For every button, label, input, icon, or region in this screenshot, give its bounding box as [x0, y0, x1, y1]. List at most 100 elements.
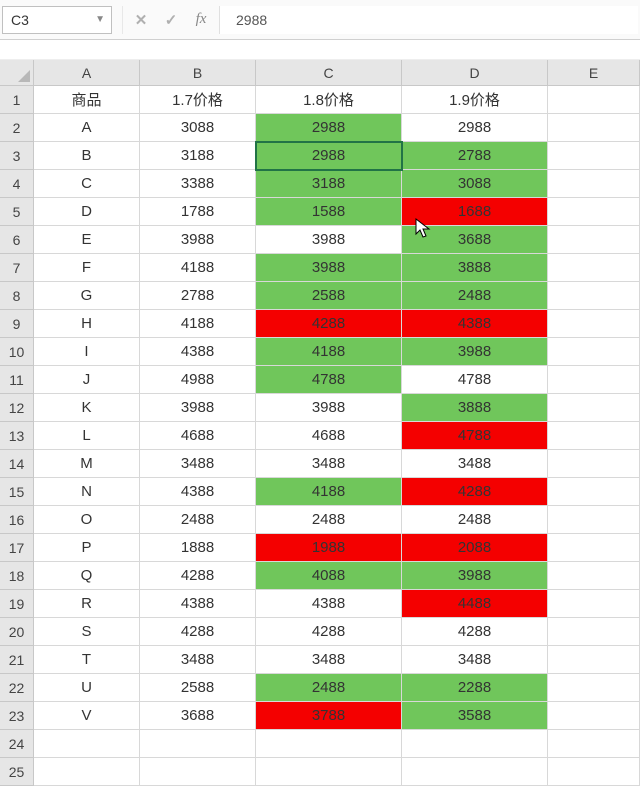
cell-D13[interactable]: 4788 [402, 422, 548, 450]
cell-C14[interactable]: 3488 [256, 450, 402, 478]
cell-E25[interactable] [548, 758, 640, 786]
row-header-1[interactable]: 1 [0, 86, 34, 114]
cell-A15[interactable]: N [34, 478, 140, 506]
row-header-3[interactable]: 3 [0, 142, 34, 170]
cell-C20[interactable]: 4288 [256, 618, 402, 646]
row-header-15[interactable]: 15 [0, 478, 34, 506]
cell-B14[interactable]: 3488 [140, 450, 256, 478]
cell-C5[interactable]: 1588 [256, 198, 402, 226]
col-header-A[interactable]: A [34, 60, 140, 86]
cell-E3[interactable] [548, 142, 640, 170]
cell-A24[interactable] [34, 730, 140, 758]
cell-D10[interactable]: 3988 [402, 338, 548, 366]
cell-E23[interactable] [548, 702, 640, 730]
cell-D15[interactable]: 4288 [402, 478, 548, 506]
cell-B24[interactable] [140, 730, 256, 758]
fx-icon[interactable]: fx [193, 12, 209, 28]
cell-C17[interactable]: 1988 [256, 534, 402, 562]
cell-D16[interactable]: 2488 [402, 506, 548, 534]
cell-B17[interactable]: 1888 [140, 534, 256, 562]
cell-B21[interactable]: 3488 [140, 646, 256, 674]
cell-D20[interactable]: 4288 [402, 618, 548, 646]
cell-E20[interactable] [548, 618, 640, 646]
cell-B8[interactable]: 2788 [140, 282, 256, 310]
cell-E5[interactable] [548, 198, 640, 226]
cell-E6[interactable] [548, 226, 640, 254]
cell-A18[interactable]: Q [34, 562, 140, 590]
cell-B20[interactable]: 4288 [140, 618, 256, 646]
cell-A23[interactable]: V [34, 702, 140, 730]
cell-D1[interactable]: 1.9价格 [402, 86, 548, 114]
cell-E1[interactable] [548, 86, 640, 114]
spreadsheet-grid[interactable]: ABCDE1商品1.7价格1.8价格1.9价格2A3088298829883B3… [0, 60, 640, 786]
cell-C3[interactable]: 2988 [256, 142, 402, 170]
row-header-21[interactable]: 21 [0, 646, 34, 674]
chevron-down-icon[interactable]: ▼ [95, 14, 105, 25]
row-header-16[interactable]: 16 [0, 506, 34, 534]
cell-B2[interactable]: 3088 [140, 114, 256, 142]
cell-B5[interactable]: 1788 [140, 198, 256, 226]
col-header-C[interactable]: C [256, 60, 402, 86]
cell-A7[interactable]: F [34, 254, 140, 282]
cell-D18[interactable]: 3988 [402, 562, 548, 590]
cell-C10[interactable]: 4188 [256, 338, 402, 366]
cell-E4[interactable] [548, 170, 640, 198]
cell-A17[interactable]: P [34, 534, 140, 562]
cell-A4[interactable]: C [34, 170, 140, 198]
cell-C12[interactable]: 3988 [256, 394, 402, 422]
cell-A21[interactable]: T [34, 646, 140, 674]
cell-A25[interactable] [34, 758, 140, 786]
cell-C9[interactable]: 4288 [256, 310, 402, 338]
cell-C7[interactable]: 3988 [256, 254, 402, 282]
cell-D6[interactable]: 3688 [402, 226, 548, 254]
cell-D19[interactable]: 4488 [402, 590, 548, 618]
cell-B11[interactable]: 4988 [140, 366, 256, 394]
cell-B4[interactable]: 3388 [140, 170, 256, 198]
cell-D12[interactable]: 3888 [402, 394, 548, 422]
cell-C23[interactable]: 3788 [256, 702, 402, 730]
cancel-icon[interactable]: ✕ [133, 12, 149, 28]
cell-B13[interactable]: 4688 [140, 422, 256, 450]
row-header-5[interactable]: 5 [0, 198, 34, 226]
cell-A9[interactable]: H [34, 310, 140, 338]
cell-D9[interactable]: 4388 [402, 310, 548, 338]
row-header-9[interactable]: 9 [0, 310, 34, 338]
cell-B9[interactable]: 4188 [140, 310, 256, 338]
cell-D21[interactable]: 3488 [402, 646, 548, 674]
select-all-corner[interactable] [0, 60, 34, 86]
cell-D3[interactable]: 2788 [402, 142, 548, 170]
col-header-E[interactable]: E [548, 60, 640, 86]
cell-D23[interactable]: 3588 [402, 702, 548, 730]
cell-A5[interactable]: D [34, 198, 140, 226]
row-header-6[interactable]: 6 [0, 226, 34, 254]
cell-E21[interactable] [548, 646, 640, 674]
cell-D25[interactable] [402, 758, 548, 786]
cell-C15[interactable]: 4188 [256, 478, 402, 506]
row-header-2[interactable]: 2 [0, 114, 34, 142]
cell-C2[interactable]: 2988 [256, 114, 402, 142]
cell-E11[interactable] [548, 366, 640, 394]
cell-D5[interactable]: 1688 [402, 198, 548, 226]
cell-D2[interactable]: 2988 [402, 114, 548, 142]
cell-A11[interactable]: J [34, 366, 140, 394]
cell-D8[interactable]: 2488 [402, 282, 548, 310]
cell-A2[interactable]: A [34, 114, 140, 142]
cell-B25[interactable] [140, 758, 256, 786]
cell-A3[interactable]: B [34, 142, 140, 170]
col-header-B[interactable]: B [140, 60, 256, 86]
cell-E12[interactable] [548, 394, 640, 422]
cell-C4[interactable]: 3188 [256, 170, 402, 198]
cell-D11[interactable]: 4788 [402, 366, 548, 394]
cell-A6[interactable]: E [34, 226, 140, 254]
cell-B12[interactable]: 3988 [140, 394, 256, 422]
cell-C6[interactable]: 3988 [256, 226, 402, 254]
cell-C16[interactable]: 2488 [256, 506, 402, 534]
cell-E10[interactable] [548, 338, 640, 366]
cell-D7[interactable]: 3888 [402, 254, 548, 282]
confirm-icon[interactable]: ✓ [163, 12, 179, 28]
cell-A16[interactable]: O [34, 506, 140, 534]
cell-C1[interactable]: 1.8价格 [256, 86, 402, 114]
cell-C21[interactable]: 3488 [256, 646, 402, 674]
cell-E14[interactable] [548, 450, 640, 478]
cell-B6[interactable]: 3988 [140, 226, 256, 254]
